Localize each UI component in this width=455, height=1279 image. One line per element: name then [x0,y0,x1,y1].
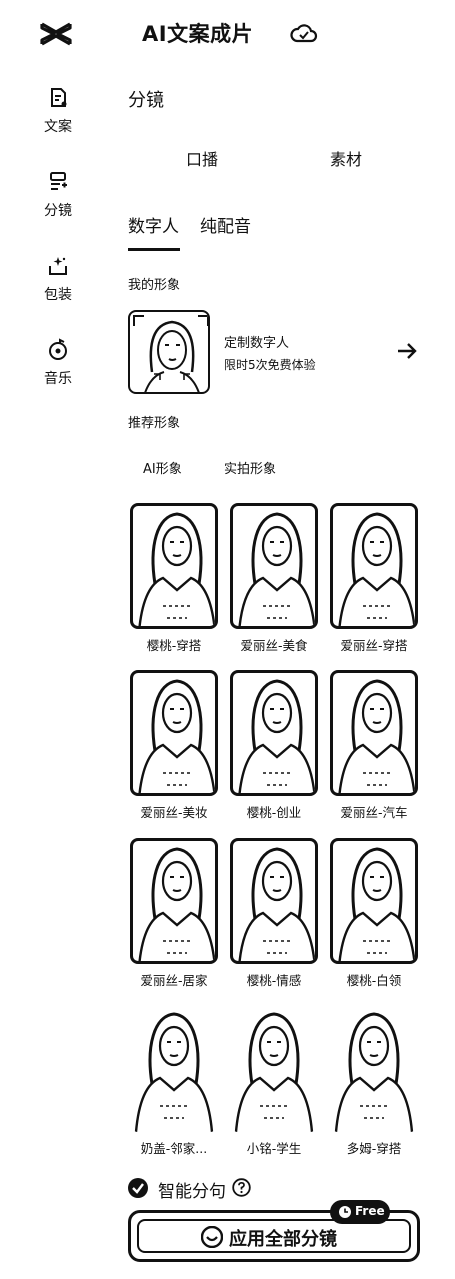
tab-voiceover[interactable]: 纯配音 [200,212,251,237]
person-portrait-icon [338,679,415,793]
person-portrait-icon [238,847,315,961]
person-portrait-icon [334,1012,414,1132]
avatar-thumbnail [230,670,318,796]
avatar-thumbnail [230,1006,318,1132]
avatar-thumbnail [230,503,318,629]
avatar-card[interactable]: 爱丽丝-居家 [130,838,218,989]
sidebar-item-label: 文案 [44,119,72,135]
subtab-ai-avatar[interactable]: AI形象 [143,458,182,477]
avatar-thumbnail [230,838,318,964]
avatar-name: 樱桃-穿搭 [146,638,202,653]
avatar-thumbnail [130,838,218,964]
free-badge: Free [330,1200,390,1224]
check-circle-icon[interactable] [128,1178,148,1198]
sidebar: 文案 分镜 包装 音乐 [0,0,116,1279]
person-portrait-icon [234,1012,314,1132]
avatar-card[interactable]: 樱桃-穿搭 [130,503,218,654]
arrow-right-icon[interactable] [396,340,418,362]
capcut-mini-icon [201,1226,223,1248]
avatar-thumbnail [130,503,218,629]
storyboard-icon [50,172,67,190]
person-portrait-icon [138,847,215,961]
person-portrait-icon [138,679,215,793]
help-icon[interactable] [232,1178,251,1197]
avatar-name: 爱丽丝-美食 [240,638,308,653]
apply-button-label: 应用全部分镜 [229,1229,337,1250]
person-portrait-icon [138,512,215,626]
avatar-card[interactable]: 爱丽丝-汽车 [330,670,418,821]
avatar-card[interactable]: 小铭-学生 [230,1006,318,1157]
clock-icon [339,1206,351,1218]
avatar-card[interactable]: 爱丽丝-美妆 [130,670,218,821]
avatar-card[interactable]: 爱丽丝-美食 [230,503,318,654]
recommend-label: 推荐形象 [128,416,181,431]
tab-digital-human[interactable]: 数字人 [128,212,179,237]
avatar-card[interactable]: 多姆-穿搭 [330,1006,418,1157]
avatar-thumbnail [330,503,418,629]
face-scan-icon [133,315,208,392]
sidebar-item-baozhuang[interactable]: 包装 [0,254,116,304]
avatar-thumbnail [130,670,218,796]
person-portrait-icon [338,512,415,626]
custom-avatar-thumbnail [128,310,210,394]
person-portrait-icon [134,1012,214,1132]
person-portrait-icon [238,679,315,793]
avatar-name: 多姆-穿搭 [346,1141,402,1156]
cloud-icon[interactable] [290,20,318,46]
sparkle-package-icon [49,257,67,275]
avatar-name: 樱桃-情感 [246,973,302,988]
avatar-thumbnail [130,1006,218,1132]
mode-koubo[interactable]: 口播 [186,146,218,170]
avatar-name: 爱丽丝-美妆 [140,805,208,820]
avatar-name: 爱丽丝-居家 [140,973,208,988]
page-title: AI文案成片 [142,22,254,46]
sidebar-item-fenjing[interactable]: 分镜 [0,170,116,220]
custom-card-subtitle: 限时5次免费体验 [224,358,316,372]
avatar-name: 爱丽丝-穿搭 [340,638,408,653]
avatar-name: 小铭-学生 [246,1141,302,1156]
avatar-name: 樱桃-创业 [246,805,302,820]
sidebar-item-yinyue[interactable]: 音乐 [0,338,116,388]
avatar-thumbnail [330,670,418,796]
document-ai-icon [51,88,67,107]
avatar-name: 樱桃-白领 [346,973,402,988]
avatar-card[interactable]: 樱桃-创业 [230,670,318,821]
sidebar-item-label: 分镜 [44,203,72,219]
free-badge-label: Free [355,1204,385,1218]
smart-split-label: 智能分句 [158,1182,226,1202]
avatar-thumbnail [330,838,418,964]
person-portrait-icon [338,847,415,961]
avatar-thumbnail [330,1006,418,1132]
subtab-real-avatar[interactable]: 实拍形象 [224,458,276,477]
avatar-card[interactable]: 樱桃-白领 [330,838,418,989]
active-tab-indicator [128,248,180,251]
custom-card-title: 定制数字人 [224,336,290,351]
avatar-name: 奶盖-邻家... [140,1141,208,1156]
avatar-name: 爱丽丝-汽车 [340,805,408,820]
mode-sucai[interactable]: 素材 [330,146,362,170]
my-avatar-label: 我的形象 [128,278,181,293]
section-title: 分镜 [128,90,164,111]
sidebar-item-wenan[interactable]: 文案 [0,86,116,136]
custom-digital-human-card[interactable]: 定制数字人 限时5次免费体验 [128,310,428,394]
capcut-logo-icon[interactable] [40,20,74,48]
avatar-card[interactable]: 樱桃-情感 [230,838,318,989]
avatar-card[interactable]: 奶盖-邻家... [130,1006,218,1157]
avatar-card[interactable]: 爱丽丝-穿搭 [330,503,418,654]
sidebar-item-label: 包装 [44,287,72,303]
music-disc-icon [49,338,67,360]
person-portrait-icon [238,512,315,626]
sidebar-item-label: 音乐 [44,371,72,387]
